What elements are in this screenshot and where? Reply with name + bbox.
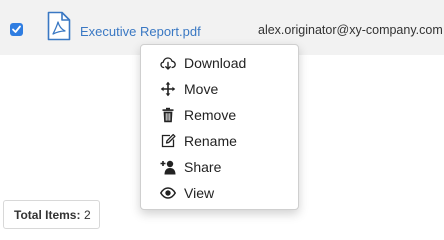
menu-item-remove[interactable]: Remove bbox=[141, 103, 298, 127]
eye-icon bbox=[160, 187, 176, 199]
add-user-icon bbox=[160, 160, 176, 175]
menu-item-label: View bbox=[184, 185, 215, 201]
cloud-download-icon bbox=[160, 57, 176, 70]
menu-item-share[interactable]: Share bbox=[141, 155, 298, 179]
menu-item-label: Share bbox=[184, 159, 222, 175]
file-name-link[interactable]: Executive Report.pdf bbox=[80, 24, 201, 40]
menu-item-label: Rename bbox=[184, 133, 237, 149]
edit-icon bbox=[161, 133, 176, 148]
context-menu: Download Move Remove Rename Share View bbox=[140, 44, 299, 210]
move-arrows-icon bbox=[160, 81, 176, 97]
menu-item-move[interactable]: Move bbox=[141, 77, 298, 101]
checkmark-icon bbox=[12, 25, 21, 33]
file-owner: alex.originator@xy-company.com bbox=[258, 23, 443, 37]
menu-item-label: Download bbox=[184, 55, 247, 71]
trash-icon bbox=[162, 107, 174, 123]
menu-item-download[interactable]: Download bbox=[141, 51, 298, 75]
menu-item-label: Move bbox=[184, 81, 219, 97]
total-items-box: Total Items: 2 bbox=[3, 200, 100, 229]
total-items-label: Total Items: bbox=[14, 208, 81, 222]
row-checkbox[interactable] bbox=[10, 23, 23, 36]
pdf-file-icon[interactable] bbox=[47, 11, 71, 41]
total-items-count: 2 bbox=[84, 208, 91, 222]
menu-item-label: Remove bbox=[184, 107, 237, 123]
menu-item-rename[interactable]: Rename bbox=[141, 129, 298, 153]
menu-item-view[interactable]: View bbox=[141, 181, 298, 205]
